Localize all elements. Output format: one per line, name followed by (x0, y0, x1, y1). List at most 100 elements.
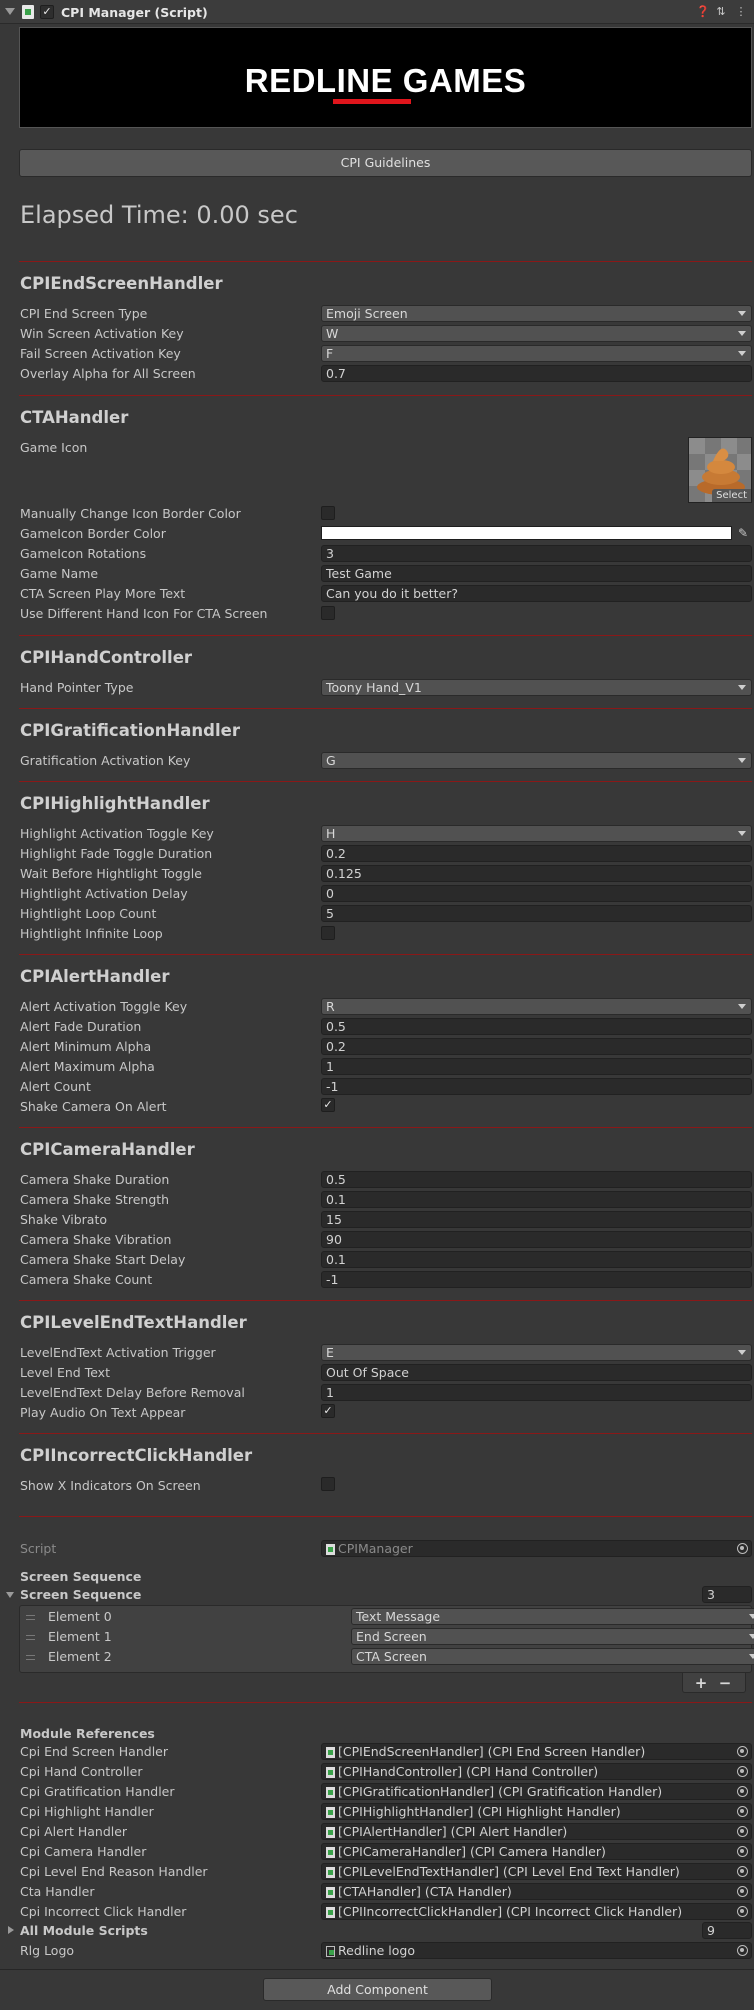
drag-handle-icon[interactable] (26, 1635, 35, 1640)
module-ref-field[interactable]: [CPIHighlightHandler] (CPI Highlight Han… (321, 1803, 752, 1820)
script-file-icon (326, 1767, 335, 1778)
module-ref-field[interactable]: [CPICameraHandler] (CPI Camera Handler) (321, 1843, 752, 1860)
alert-shake-checkbox[interactable]: ✓ (321, 1098, 335, 1112)
screen-sequence-foldout[interactable]: Screen Sequence (20, 1587, 141, 1602)
remove-element-button[interactable]: − (715, 1674, 735, 1692)
module-ref-value: [CTAHandler] (CTA Handler) (338, 1884, 512, 1899)
highlight-wait-field[interactable]: 0.125 (321, 865, 752, 882)
alert-count-field[interactable]: -1 (321, 1078, 752, 1095)
show-indicators-checkbox[interactable] (321, 1477, 335, 1491)
rlg-logo-label: Rlg Logo (20, 1943, 75, 1958)
object-picker-icon[interactable] (737, 1906, 748, 1917)
element-1-label: Element 1 (48, 1629, 112, 1644)
module-ref-field[interactable]: [CPIHandController] (CPI Hand Controller… (321, 1763, 752, 1780)
highlight-fade-field[interactable]: 0.2 (321, 845, 752, 862)
game-icon-select-button[interactable]: Select (712, 489, 751, 502)
rlg-logo-value: Redline logo (338, 1943, 415, 1958)
manual-border-checkbox[interactable] (321, 506, 335, 520)
level-end-audio-label: Play Audio On Text Appear (20, 1405, 186, 1420)
script-file-icon (326, 1747, 335, 1758)
all-module-scripts-foldout-arrow-icon[interactable] (8, 1926, 14, 1934)
win-key-dropdown[interactable]: W (321, 325, 752, 342)
highlight-loop-field[interactable]: 5 (321, 905, 752, 922)
add-component-button[interactable]: Add Component (263, 1978, 492, 2001)
more-menu-icon[interactable]: ⋮ (734, 5, 748, 19)
border-color-field[interactable] (321, 526, 732, 540)
camera-vibration-field[interactable]: 90 (321, 1231, 752, 1248)
level-end-delay-field[interactable]: 1 (321, 1384, 752, 1401)
camera-duration-field[interactable]: 0.5 (321, 1171, 752, 1188)
diff-hand-checkbox[interactable] (321, 606, 335, 620)
element-0-dropdown[interactable]: Text Message (351, 1608, 754, 1625)
level-end-audio-checkbox[interactable]: ✓ (321, 1404, 335, 1418)
camera-vibrato-field[interactable]: 15 (321, 1211, 752, 1228)
highlight-delay-field[interactable]: 0 (321, 885, 752, 902)
element-2-value: CTA Screen (356, 1649, 427, 1664)
module-ref-field[interactable]: [CTAHandler] (CTA Handler) (321, 1883, 752, 1900)
module-ref-field[interactable]: [CPIAlertHandler] (CPI Alert Handler) (321, 1823, 752, 1840)
separator (19, 1516, 752, 1517)
alert-toggle-dropdown[interactable]: R (321, 998, 752, 1015)
rlg-logo-field[interactable]: Redline logo (321, 1942, 752, 1959)
object-picker-icon[interactable] (737, 1846, 748, 1857)
all-module-scripts-size-field[interactable]: 9 (702, 1922, 752, 1939)
script-file-icon (326, 1827, 335, 1838)
script-value: CPIManager (338, 1541, 413, 1556)
help-icon[interactable]: ❓ (696, 5, 710, 19)
element-1-dropdown[interactable]: End Screen (351, 1628, 754, 1645)
alert-min-field[interactable]: 0.2 (321, 1038, 752, 1055)
collapse-arrow-icon[interactable] (5, 8, 15, 15)
dropdown-arrow-icon (749, 1634, 754, 1639)
drag-handle-icon[interactable] (26, 1615, 35, 1620)
overlay-alpha-field[interactable]: 0.7 (321, 365, 752, 382)
all-module-scripts-foldout[interactable]: All Module Scripts (20, 1923, 148, 1938)
object-picker-icon[interactable] (737, 1866, 748, 1877)
camera-strength-label: Camera Shake Strength (20, 1192, 170, 1207)
game-icon-field[interactable]: Select (688, 437, 752, 503)
diff-hand-label: Use Different Hand Icon For CTA Screen (20, 606, 268, 621)
object-picker-icon[interactable] (737, 1826, 748, 1837)
alert-fade-field[interactable]: 0.5 (321, 1018, 752, 1035)
level-end-text-field[interactable]: Out Of Space (321, 1364, 752, 1381)
object-picker-icon[interactable] (737, 1786, 748, 1797)
eyedropper-icon[interactable]: ✎ (736, 526, 750, 540)
module-ref-field[interactable]: [CPIIncorrectClickHandler] (CPI Incorrec… (321, 1903, 752, 1920)
camera-count-field[interactable]: -1 (321, 1271, 752, 1288)
module-ref-field[interactable]: [CPIGratificationHandler] (CPI Gratifica… (321, 1783, 752, 1800)
object-picker-icon[interactable] (737, 1886, 748, 1897)
preset-icon[interactable]: ⇅ (714, 5, 728, 19)
object-picker-icon[interactable] (737, 1746, 748, 1757)
highlight-toggle-dropdown[interactable]: H (321, 825, 752, 842)
object-picker-icon[interactable] (737, 1766, 748, 1777)
end-screen-type-dropdown[interactable]: Emoji Screen (321, 305, 752, 322)
camera-count-label: Camera Shake Count (20, 1272, 153, 1287)
drag-handle-icon[interactable] (26, 1655, 35, 1660)
cpi-guidelines-button[interactable]: CPI Guidelines (19, 149, 752, 177)
highlight-infinite-checkbox[interactable] (321, 926, 335, 940)
play-more-field[interactable]: Can you do it better? (321, 585, 752, 602)
fail-key-dropdown[interactable]: F (321, 345, 752, 362)
object-picker-icon[interactable] (737, 1945, 748, 1956)
icon-rotations-field[interactable]: 3 (321, 545, 752, 562)
gratification-key-dropdown[interactable]: G (321, 752, 752, 769)
component-enabled-checkbox[interactable]: ✓ (40, 5, 54, 19)
game-name-field[interactable]: Test Game (321, 565, 752, 582)
dropdown-arrow-icon (738, 331, 746, 336)
add-element-button[interactable]: + (691, 1674, 711, 1692)
object-picker-icon[interactable] (737, 1806, 748, 1817)
end-screen-type-label: CPI End Screen Type (20, 306, 148, 321)
module-ref-field[interactable]: [CPIEndScreenHandler] (CPI End Screen Ha… (321, 1743, 752, 1760)
overlay-alpha-label: Overlay Alpha for All Screen (20, 366, 196, 381)
screen-sequence-foldout-arrow-icon[interactable] (6, 1592, 14, 1598)
banner-logo-text: REDLINE GAMES (244, 62, 527, 99)
module-ref-label: Cpi Gratification Handler (20, 1784, 175, 1799)
element-2-dropdown[interactable]: CTA Screen (351, 1648, 754, 1665)
module-ref-field[interactable]: [CPILevelEndTextHandler] (CPI Level End … (321, 1863, 752, 1880)
hand-pointer-dropdown[interactable]: Toony Hand_V1 (321, 679, 752, 696)
camera-start-delay-field[interactable]: 0.1 (321, 1251, 752, 1268)
level-end-text-label: Level End Text (20, 1365, 110, 1380)
alert-max-field[interactable]: 1 (321, 1058, 752, 1075)
level-end-trigger-dropdown[interactable]: E (321, 1344, 752, 1361)
camera-strength-field[interactable]: 0.1 (321, 1191, 752, 1208)
screen-sequence-size-field[interactable]: 3 (702, 1586, 752, 1603)
